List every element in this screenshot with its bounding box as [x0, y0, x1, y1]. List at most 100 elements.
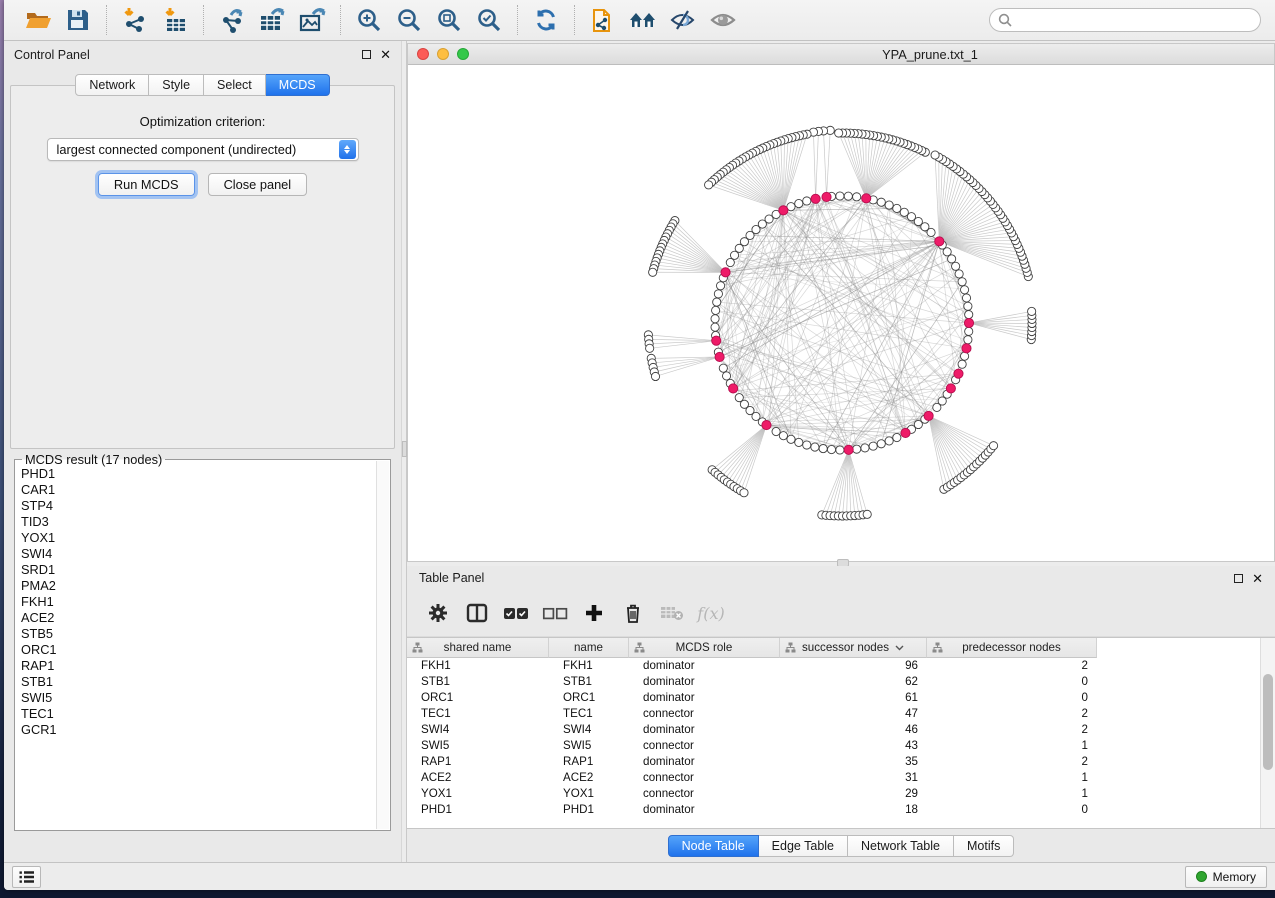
zoom-out-icon [396, 7, 422, 33]
content-area: Control Panel ✕ NetworkStyleSelectMCDS O… [4, 41, 1275, 862]
table-tab-edge-table[interactable]: Edge Table [759, 835, 848, 857]
table-row-stb1[interactable]: STB1STB1dominator620 [407, 674, 1275, 690]
refresh-view-button[interactable] [526, 3, 566, 37]
hide-panel-button[interactable] [663, 3, 703, 37]
mcds-result-box: MCDS result (17 nodes) PHD1CAR1STP4TID3Y… [14, 459, 391, 831]
import-network-icon [122, 7, 148, 33]
table-row-yox1[interactable]: YOX1YOX1connector291 [407, 786, 1275, 802]
toolbar-separator [574, 5, 575, 35]
save-session-button[interactable] [58, 3, 98, 37]
cell-shared-name: STB1 [407, 674, 549, 690]
toolbar-separator [203, 5, 204, 35]
network-canvas[interactable] [408, 65, 1274, 561]
column-header-successor-nodes[interactable]: successor nodes [780, 638, 927, 658]
eye-icon [709, 8, 737, 32]
zoom-fit-icon [436, 7, 462, 33]
cell-name: SWI4 [549, 722, 629, 738]
cell-successor-nodes: 61 [780, 690, 927, 706]
table-options-button[interactable] [423, 598, 453, 628]
export-image-button[interactable] [292, 3, 332, 37]
table-row-fkh1[interactable]: FKH1FKH1dominator962 [407, 658, 1275, 674]
table-row-rap1[interactable]: RAP1RAP1dominator352 [407, 754, 1275, 770]
criterion-select[interactable]: largest connected component (undirected) [47, 138, 359, 161]
float-panel-icon[interactable] [362, 50, 371, 59]
mcds-result-node: ACE2 [21, 610, 376, 626]
search-field[interactable] [989, 8, 1261, 32]
export-network-button[interactable] [212, 3, 252, 37]
table-row-swi4[interactable]: SWI4SWI4dominator462 [407, 722, 1275, 738]
zoom-out-button[interactable] [389, 3, 429, 37]
column-label: successor nodes [802, 641, 889, 654]
table-row-ace2[interactable]: ACE2ACE2connector311 [407, 770, 1275, 786]
network-titlebar[interactable]: YPA_prune.txt_1 [408, 44, 1274, 65]
fx-icon: f(x) [697, 604, 724, 623]
cell-shared-name: ACE2 [407, 770, 549, 786]
column-header-shared-name[interactable]: shared name [407, 638, 549, 658]
show-panel-button[interactable] [703, 3, 743, 37]
table-tab-motifs[interactable]: Motifs [954, 835, 1014, 857]
network-from-document-button[interactable] [583, 3, 623, 37]
right-column: YPA_prune.txt_1 Table Panel ✕ [407, 41, 1275, 862]
delete-column-button[interactable] [618, 598, 648, 628]
table-row-orc1[interactable]: ORC1ORC1dominator610 [407, 690, 1275, 706]
mcds-result-node: SWI4 [21, 546, 376, 562]
toolbar-separator [340, 5, 341, 35]
cell-successor-nodes: 35 [780, 754, 927, 770]
run-mcds-button[interactable]: Run MCDS [98, 173, 195, 196]
show-columns-button[interactable] [462, 598, 492, 628]
home-layout-button[interactable] [623, 3, 663, 37]
tab-select[interactable]: Select [204, 74, 266, 96]
tab-network[interactable]: Network [75, 74, 149, 96]
open-file-button[interactable] [18, 3, 58, 37]
cell-predecessor-nodes: 0 [927, 802, 1097, 818]
table-row-phd1[interactable]: PHD1PHD1dominator180 [407, 802, 1275, 818]
column-header-mcds-role[interactable]: MCDS role [629, 638, 780, 658]
close-panel-button[interactable]: Close panel [208, 173, 308, 196]
column-label: predecessor nodes [962, 641, 1061, 654]
table-tabs-bar: Node TableEdge TableNetwork TableMotifs [407, 829, 1275, 862]
apply-function-button-disabled: f(x) [696, 598, 726, 628]
table-toolbar: f(x) [407, 590, 1275, 637]
tab-mcds[interactable]: MCDS [266, 74, 330, 96]
mcds-result-title: MCDS result (17 nodes) [22, 452, 165, 467]
float-panel-icon[interactable] [1234, 574, 1243, 583]
import-network-button[interactable] [115, 3, 155, 37]
memory-button[interactable]: Memory [1185, 866, 1267, 888]
cell-shared-name: PHD1 [407, 802, 549, 818]
zoom-selected-button[interactable] [469, 3, 509, 37]
cell-predecessor-nodes: 0 [927, 690, 1097, 706]
mcds-result-node: PMA2 [21, 578, 376, 594]
zoom-selected-icon [476, 7, 502, 33]
column-header-predecessor-nodes[interactable]: predecessor nodes [927, 638, 1097, 658]
table-scrollbar[interactable] [1260, 638, 1275, 828]
export-table-button[interactable] [252, 3, 292, 37]
close-panel-icon[interactable]: ✕ [1252, 574, 1263, 583]
cell-successor-nodes: 96 [780, 658, 927, 674]
import-table-button[interactable] [155, 3, 195, 37]
attribute-type-icon [634, 642, 645, 653]
table-row-swi5[interactable]: SWI5SWI5connector431 [407, 738, 1275, 754]
cell-predecessor-nodes: 2 [927, 706, 1097, 722]
search-input[interactable] [1017, 13, 1252, 27]
tab-style[interactable]: Style [149, 74, 204, 96]
close-panel-icon[interactable]: ✕ [380, 50, 391, 59]
select-all-rows-button[interactable] [501, 598, 531, 628]
cell-successor-nodes: 47 [780, 706, 927, 722]
mcds-result-node: RAP1 [21, 658, 376, 674]
table-tab-network-table[interactable]: Network Table [848, 835, 954, 857]
zoom-fit-button[interactable] [429, 3, 469, 37]
zoom-in-button[interactable] [349, 3, 389, 37]
task-history-button[interactable] [12, 866, 41, 888]
column-header-name[interactable]: name [549, 638, 629, 658]
cell-successor-nodes: 18 [780, 802, 927, 818]
delete-table-button-disabled [657, 598, 687, 628]
add-column-button[interactable] [579, 598, 609, 628]
mcds-tab-content: Optimization criterion: largest connecte… [10, 85, 395, 449]
deselect-all-rows-button[interactable] [540, 598, 570, 628]
cell-predecessor-nodes: 1 [927, 770, 1097, 786]
table-row-tec1[interactable]: TEC1TEC1connector472 [407, 706, 1275, 722]
cell-name: RAP1 [549, 754, 629, 770]
table-tab-node-table[interactable]: Node Table [668, 835, 759, 857]
scrollbar-thumb[interactable] [1263, 674, 1273, 770]
result-scrollbar[interactable] [376, 461, 389, 829]
